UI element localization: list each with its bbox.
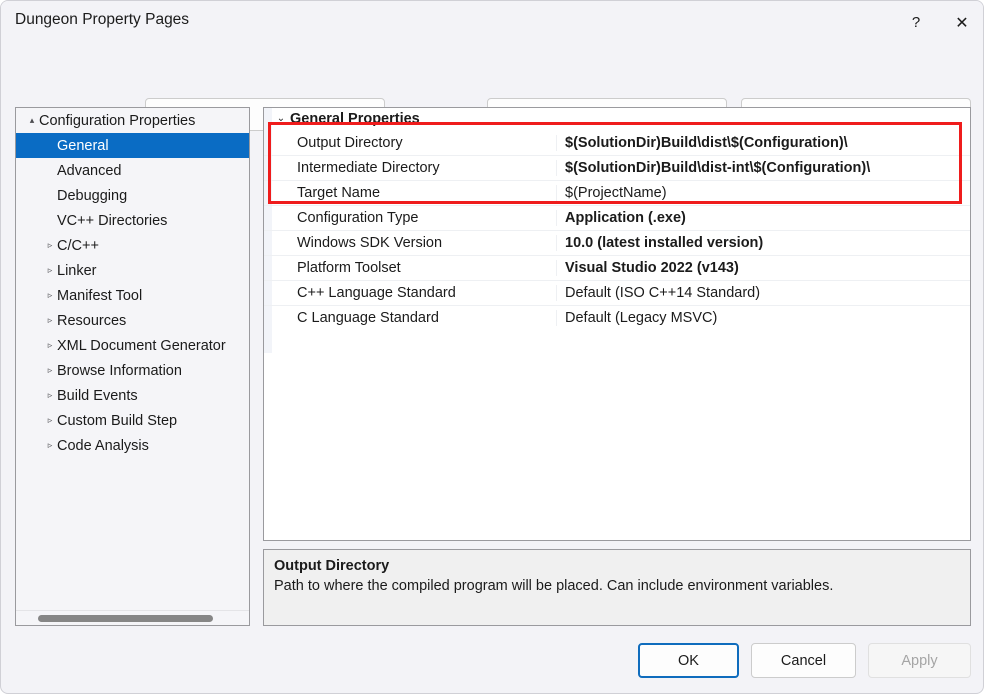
- property-value[interactable]: Default (Legacy MSVC): [556, 310, 970, 326]
- sidebar-item-c-cpp[interactable]: ▹C/C++: [16, 233, 249, 258]
- property-value[interactable]: $(SolutionDir)Build\dist\$(Configuration…: [556, 135, 970, 151]
- help-button[interactable]: ?: [893, 1, 939, 44]
- property-name: Platform Toolset: [264, 260, 556, 276]
- configuration-tree-panel: ▴Configuration Properties General Advanced…: [15, 107, 250, 626]
- collapsed-twisty-icon[interactable]: ▹: [43, 291, 57, 300]
- sidebar-item-linker[interactable]: ▹Linker: [16, 258, 249, 283]
- ok-button[interactable]: OK: [638, 643, 739, 678]
- collapsed-twisty-icon[interactable]: ▹: [43, 341, 57, 350]
- chevron-down-icon: ⌄: [272, 114, 290, 124]
- sidebar-item-xml-document-generator[interactable]: ▹XML Document Generator: [16, 333, 249, 358]
- cancel-button[interactable]: Cancel: [751, 643, 856, 678]
- sidebar-item-vcpp-directories[interactable]: VC++ Directories: [16, 208, 249, 233]
- sidebar-item-label: Advanced: [57, 163, 122, 179]
- property-name: Output Directory: [264, 135, 556, 151]
- sidebar-item-label: Custom Build Step: [57, 413, 177, 429]
- property-row[interactable]: Intermediate Directory$(SolutionDir)Buil…: [264, 155, 970, 180]
- sidebar-item-manifest-tool[interactable]: ▹Manifest Tool: [16, 283, 249, 308]
- property-value[interactable]: Application (.exe): [556, 210, 970, 226]
- property-value[interactable]: Visual Studio 2022 (v143): [556, 260, 970, 276]
- sidebar-item-label: Linker: [57, 263, 97, 279]
- expanded-twisty-icon[interactable]: ▴: [25, 116, 39, 125]
- sidebar-item-general[interactable]: General: [16, 133, 249, 158]
- property-grid-panel: ⌄ General Properties Output Directory$(S…: [263, 107, 971, 541]
- sidebar-item-custom-build-step[interactable]: ▹Custom Build Step: [16, 408, 249, 433]
- sidebar-item-build-events[interactable]: ▹Build Events: [16, 383, 249, 408]
- sidebar-item-label: General: [57, 138, 109, 154]
- close-icon: ✕: [955, 13, 968, 33]
- sidebar-item-label: Build Events: [57, 388, 138, 404]
- collapsed-twisty-icon[interactable]: ▹: [43, 266, 57, 275]
- sidebar-item-label: VC++ Directories: [57, 213, 167, 229]
- property-row[interactable]: C++ Language StandardDefault (ISO C++14 …: [264, 280, 970, 305]
- sidebar-item-label: Manifest Tool: [57, 288, 142, 304]
- close-button[interactable]: ✕: [939, 1, 984, 44]
- property-name: Configuration Type: [264, 210, 556, 226]
- property-pages-dialog: Dungeon Property Pages ? ✕ Configuration…: [0, 0, 984, 694]
- property-name: Target Name: [264, 185, 556, 201]
- property-row[interactable]: Platform ToolsetVisual Studio 2022 (v143…: [264, 255, 970, 280]
- sidebar-item-label: Configuration Properties: [39, 113, 195, 129]
- collapsed-twisty-icon[interactable]: ▹: [43, 391, 57, 400]
- sidebar-item-label: Code Analysis: [57, 438, 149, 454]
- apply-button[interactable]: Apply: [868, 643, 971, 678]
- help-icon: ?: [912, 14, 920, 31]
- property-row[interactable]: Configuration TypeApplication (.exe): [264, 205, 970, 230]
- collapsed-twisty-icon[interactable]: ▹: [43, 316, 57, 325]
- dialog-toolbar: Configuration: Debug ⌄ Platform: Active(…: [1, 44, 984, 100]
- property-row[interactable]: Windows SDK Version10.0 (latest installe…: [264, 230, 970, 255]
- tree-scrollbar-thumb[interactable]: [38, 615, 213, 622]
- sidebar-item-advanced[interactable]: Advanced: [16, 158, 249, 183]
- property-value[interactable]: $(ProjectName): [556, 185, 970, 201]
- title-bar: Dungeon Property Pages ? ✕: [1, 1, 984, 44]
- collapsed-twisty-icon[interactable]: ▹: [43, 441, 57, 450]
- sidebar-item-debugging[interactable]: Debugging: [16, 183, 249, 208]
- sidebar-item-code-analysis[interactable]: ▹Code Analysis: [16, 433, 249, 458]
- section-header-label: General Properties: [290, 111, 420, 127]
- tree-horizontal-scrollbar[interactable]: [16, 610, 249, 625]
- configuration-tree: ▴Configuration Properties General Advanced…: [16, 108, 249, 458]
- property-value[interactable]: Default (ISO C++14 Standard): [556, 285, 970, 301]
- description-title: Output Directory: [274, 558, 960, 574]
- sidebar-item-label: Browse Information: [57, 363, 182, 379]
- property-value[interactable]: 10.0 (latest installed version): [556, 235, 970, 251]
- property-value[interactable]: $(SolutionDir)Build\dist-int\$(Configura…: [556, 160, 970, 176]
- property-row[interactable]: C Language StandardDefault (Legacy MSVC): [264, 305, 970, 330]
- property-grid-rows: Output Directory$(SolutionDir)Build\dist…: [264, 130, 970, 330]
- sidebar-item-label: C/C++: [57, 238, 99, 254]
- property-row[interactable]: Output Directory$(SolutionDir)Build\dist…: [264, 130, 970, 155]
- collapsed-twisty-icon[interactable]: ▹: [43, 366, 57, 375]
- collapsed-twisty-icon[interactable]: ▹: [43, 241, 57, 250]
- sidebar-item-configuration-properties[interactable]: ▴Configuration Properties: [16, 108, 249, 133]
- property-name: Windows SDK Version: [264, 235, 556, 251]
- sidebar-item-browse-information[interactable]: ▹Browse Information: [16, 358, 249, 383]
- property-name: C++ Language Standard: [264, 285, 556, 301]
- property-description-panel: Output Directory Path to where the compi…: [263, 549, 971, 626]
- window-title: Dungeon Property Pages: [15, 11, 189, 29]
- general-properties-section-header[interactable]: ⌄ General Properties: [264, 108, 970, 130]
- sidebar-item-label: Resources: [57, 313, 126, 329]
- sidebar-item-label: XML Document Generator: [57, 338, 226, 354]
- property-name: C Language Standard: [264, 310, 556, 326]
- sidebar-item-label: Debugging: [57, 188, 127, 204]
- description-body: Path to where the compiled program will …: [274, 577, 960, 597]
- collapsed-twisty-icon[interactable]: ▹: [43, 416, 57, 425]
- sidebar-item-resources[interactable]: ▹Resources: [16, 308, 249, 333]
- property-name: Intermediate Directory: [264, 160, 556, 176]
- property-row[interactable]: Target Name$(ProjectName): [264, 180, 970, 205]
